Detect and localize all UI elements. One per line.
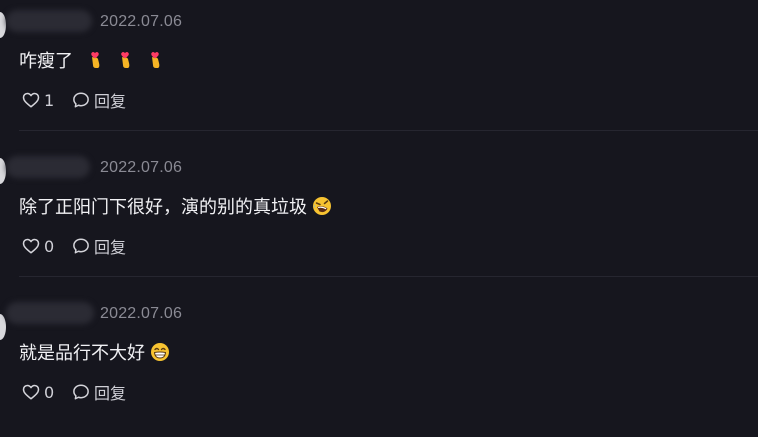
finger-heart-icon <box>91 52 100 68</box>
reply-button[interactable]: 回复 <box>72 380 126 404</box>
comment-text-body: 咋瘦了 <box>19 51 73 72</box>
comment-actions: 0 回复 <box>22 235 126 257</box>
reply-button[interactable]: 回复 <box>72 88 126 112</box>
finger-heart-icon <box>121 52 130 68</box>
avatar[interactable] <box>0 158 6 184</box>
reply-label: 回复 <box>94 238 127 257</box>
heart-icon <box>22 384 40 400</box>
like-button[interactable]: 0 <box>22 383 72 402</box>
heart-icon <box>22 92 40 108</box>
comment-text: 除了正阳门下很好，演的别的真垃圾 <box>19 193 332 219</box>
comment-text: 咋瘦了 <box>19 47 163 73</box>
comment-bubble-icon <box>73 384 89 400</box>
comment-text-body: 就是品行不大好 <box>19 343 145 364</box>
comment-bubble-icon <box>73 92 89 108</box>
rolling-laughing-icon <box>313 197 331 215</box>
comment-text-body: 除了正阳门下很好，演的别的真垃圾 <box>19 197 307 218</box>
like-button[interactable]: 0 <box>22 237 72 256</box>
username[interactable] <box>6 10 92 32</box>
finger-heart-icon <box>151 52 160 68</box>
divider <box>19 276 758 277</box>
divider <box>19 130 758 131</box>
like-count: 0 <box>44 382 55 402</box>
grinning-face-icon <box>151 343 169 361</box>
like-count: 0 <box>44 236 55 256</box>
username[interactable] <box>6 302 94 324</box>
comment-item: 2022.07.06 除了正阳门下很好，演的别的真垃圾 0 回复 <box>0 146 758 291</box>
username[interactable] <box>6 156 90 178</box>
comment-item: 2022.07.06 咋瘦了 1 回复 <box>0 0 758 145</box>
reply-label: 回复 <box>94 384 127 403</box>
comment-actions: 1 回复 <box>22 89 126 111</box>
reply-label: 回复 <box>94 92 127 111</box>
heart-icon <box>22 238 40 254</box>
avatar[interactable] <box>0 12 6 38</box>
comment-actions: 0 回复 <box>22 381 126 403</box>
comment-timestamp: 2022.07.06 <box>100 305 183 322</box>
comment-timestamp: 2022.07.06 <box>100 13 183 30</box>
reply-button[interactable]: 回复 <box>72 234 126 258</box>
like-count: 1 <box>44 90 55 110</box>
avatar[interactable] <box>0 314 6 340</box>
comment-timestamp: 2022.07.06 <box>100 159 183 176</box>
comment-text: 就是品行不大好 <box>19 339 170 365</box>
like-button[interactable]: 1 <box>22 91 72 110</box>
comment-bubble-icon <box>73 238 89 254</box>
comment-item: 2022.07.06 就是品行不大好 0 回复 <box>0 292 758 437</box>
